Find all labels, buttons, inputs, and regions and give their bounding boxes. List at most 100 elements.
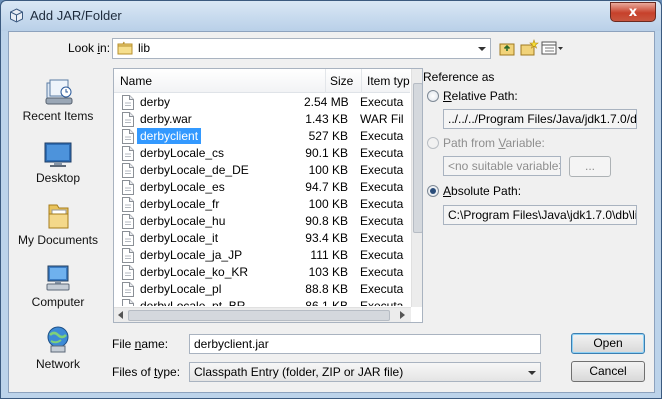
file-size: 111 KB (310, 248, 348, 262)
file-type: Executa (360, 163, 404, 177)
horizontal-scrollbar[interactable] (114, 307, 411, 322)
view-menu-icon[interactable] (540, 39, 564, 57)
file-row[interactable]: derbyLocale_pt_BR 86.1 KB Executa (114, 298, 410, 306)
file-size: 527 KB (308, 129, 348, 143)
place-computer[interactable]: Computer (15, 257, 101, 315)
file-type: Executa (360, 129, 404, 143)
file-size: 93.4 KB (305, 231, 348, 245)
file-size: 90.8 KB (305, 214, 348, 228)
file-type: Executa (360, 231, 404, 245)
absolute-path-radio[interactable] (427, 185, 439, 197)
file-type: Executa (360, 265, 404, 279)
absolute-path-label[interactable]: Absolute Path: (443, 184, 521, 198)
file-icon (122, 95, 134, 110)
place-label: Computer (31, 295, 85, 309)
place-label: Recent Items (22, 109, 94, 123)
file-size: 90.1 KB (305, 146, 348, 160)
file-row[interactable]: derbyLocale_ja_JP 111 KB Executa (114, 247, 410, 264)
file-icon (122, 265, 134, 280)
chevron-down-icon[interactable] (473, 39, 490, 58)
file-row[interactable]: derbyLocale_fr 100 KB Executa (114, 196, 410, 213)
file-type: Executa (360, 282, 404, 296)
relative-path-radio[interactable] (427, 90, 439, 102)
scroll-thumb[interactable] (128, 310, 390, 321)
file-name: derbyLocale_de_DE (140, 163, 249, 177)
column-header-size[interactable]: Size (326, 69, 362, 93)
file-name: derbyLocale_cs (140, 146, 225, 160)
file-size: 103 KB (308, 265, 348, 279)
browse-variable-button[interactable]: ... (569, 156, 611, 177)
close-button[interactable]: x (610, 2, 656, 22)
place-label: Desktop (35, 171, 81, 185)
file-row[interactable]: derby 2.54 MB Executa (114, 94, 410, 111)
vertical-scrollbar[interactable] (411, 69, 422, 307)
window-title: Add JAR/Folder (30, 8, 122, 23)
dialog-window: Add JAR/Folder x Look in: lib Recent Ite… (0, 0, 662, 399)
file-rows: derby 2.54 MB Executa derby.war 1.43 KB WAR F… (114, 94, 410, 306)
scroll-right-icon[interactable] (399, 311, 407, 320)
file-icon (122, 197, 134, 212)
folder-icon (117, 41, 133, 55)
variable-path-label: Path from Variable: (443, 136, 545, 150)
place-network[interactable]: Network (15, 319, 101, 377)
absolute-path-field[interactable]: C:\Program Files\Java\jdk1.7.0\db\lib\d (443, 205, 637, 225)
variable-combo[interactable]: <no suitable variable> (443, 156, 561, 176)
file-list[interactable]: Name Size Item typ derby 2.54 MB Executa de… (113, 68, 423, 323)
file-icon (122, 163, 134, 178)
look-in-value: lib (138, 41, 151, 55)
look-in-combo[interactable]: lib (112, 38, 491, 59)
up-folder-icon[interactable] (498, 39, 518, 57)
file-type: WAR Fil (360, 112, 404, 126)
file-row[interactable]: derbyLocale_cs 90.1 KB Executa (114, 145, 410, 162)
file-name: derbyLocale_hu (140, 214, 226, 228)
file-name: derbyLocale_ko_KR (140, 265, 249, 279)
cancel-button[interactable]: Cancel (571, 361, 645, 382)
file-name-input[interactable]: derbyclient.jar (189, 334, 541, 354)
file-name: derbyLocale_pl (140, 282, 222, 296)
chevron-down-icon[interactable] (523, 363, 540, 382)
relative-path-field[interactable]: ../../../Program Files/Java/jdk1.7.0/db (443, 109, 637, 129)
file-type: Executa (360, 146, 404, 160)
variable-path-radio[interactable] (427, 137, 439, 149)
place-recent-items[interactable]: Recent Items (15, 71, 101, 129)
file-type: Executa (360, 299, 404, 306)
app-icon (10, 8, 23, 23)
network-icon (47, 326, 69, 353)
file-row[interactable]: derbyLocale_es 94.7 KB Executa (114, 179, 410, 196)
file-icon (122, 248, 134, 263)
file-row[interactable]: derbyLocale_ko_KR 103 KB Executa (114, 264, 410, 281)
file-row[interactable]: derby.war 1.43 KB WAR Fil (114, 111, 410, 128)
file-row[interactable]: derbyLocale_it 93.4 KB Executa (114, 230, 410, 247)
place-desktop[interactable]: Desktop (15, 133, 101, 191)
file-name: derbyLocale_ja_JP (140, 248, 243, 262)
file-type: Executa (360, 197, 404, 211)
file-row[interactable]: derbyLocale_pl 88.8 KB Executa (114, 281, 410, 298)
look-in-label: Look in: (68, 41, 111, 55)
relative-path-label[interactable]: Relative Path: (443, 89, 518, 103)
file-icon (122, 146, 134, 161)
scroll-thumb[interactable] (413, 83, 422, 233)
my-documents-icon (48, 204, 69, 229)
file-name-label: File name: (112, 337, 169, 351)
file-icon (122, 112, 134, 127)
file-row[interactable]: derbyLocale_hu 90.8 KB Executa (114, 213, 410, 230)
open-button[interactable]: Open (571, 333, 645, 354)
title-bar[interactable]: Add JAR/Folder x (1, 1, 661, 31)
list-header: Name Size Item typ (114, 69, 410, 93)
place-my-documents[interactable]: My Documents (15, 195, 101, 253)
file-type-combo[interactable]: Classpath Entry (folder, ZIP or JAR file… (189, 362, 541, 382)
file-name: derbyLocale_es (140, 180, 225, 194)
file-row[interactable]: derbyclient 527 KB Executa (114, 127, 410, 145)
file-size: 2.54 MB (304, 95, 349, 109)
file-type: Executa (360, 214, 404, 228)
file-row[interactable]: derbyLocale_de_DE 100 KB Executa (114, 162, 410, 179)
file-icon (122, 214, 134, 229)
new-folder-icon[interactable] (519, 39, 539, 57)
dialog-body: Look in: lib Recent Items Desktop My Doc… (8, 31, 655, 393)
file-icon (122, 180, 134, 195)
file-name: derbyLocale_pt_BR (140, 299, 246, 306)
place-label: Network (35, 357, 80, 371)
scroll-left-icon[interactable] (117, 311, 125, 320)
column-header-type[interactable]: Item typ (362, 69, 410, 93)
column-header-name[interactable]: Name (114, 69, 326, 93)
